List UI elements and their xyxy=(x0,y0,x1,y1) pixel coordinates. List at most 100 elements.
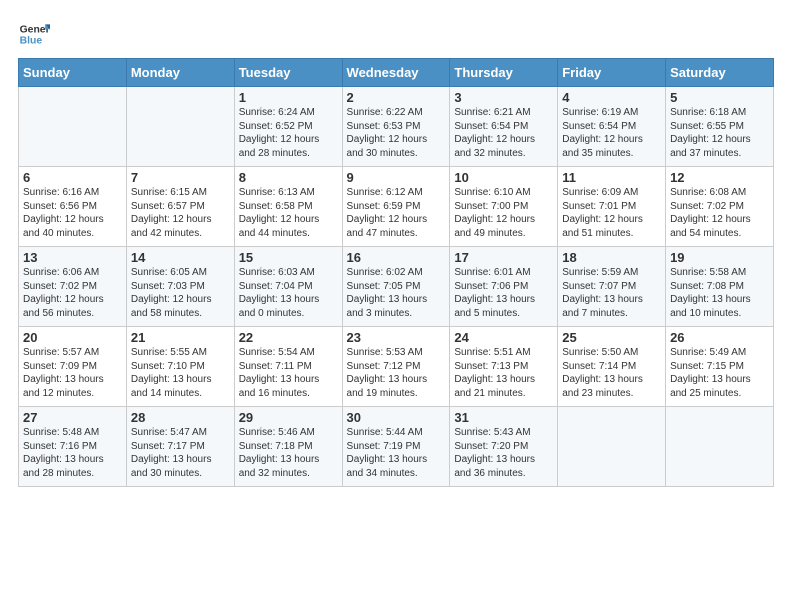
weekday-header-wednesday: Wednesday xyxy=(342,59,450,87)
day-number: 14 xyxy=(131,250,230,265)
day-info: Sunrise: 6:03 AM Sunset: 7:04 PM Dayligh… xyxy=(239,266,338,320)
calendar-cell: 27Sunrise: 5:48 AM Sunset: 7:16 PM Dayli… xyxy=(19,407,127,487)
calendar-cell: 20Sunrise: 5:57 AM Sunset: 7:09 PM Dayli… xyxy=(19,327,127,407)
calendar-cell: 12Sunrise: 6:08 AM Sunset: 7:02 PM Dayli… xyxy=(666,167,774,247)
calendar-cell: 3Sunrise: 6:21 AM Sunset: 6:54 PM Daylig… xyxy=(450,87,558,167)
calendar-table: SundayMondayTuesdayWednesdayThursdayFrid… xyxy=(18,58,774,487)
day-number: 23 xyxy=(347,330,446,345)
day-number: 5 xyxy=(670,90,769,105)
day-number: 6 xyxy=(23,170,122,185)
calendar-cell: 14Sunrise: 6:05 AM Sunset: 7:03 PM Dayli… xyxy=(126,247,234,327)
day-number: 31 xyxy=(454,410,553,425)
week-row-3: 13Sunrise: 6:06 AM Sunset: 7:02 PM Dayli… xyxy=(19,247,774,327)
calendar-cell: 15Sunrise: 6:03 AM Sunset: 7:04 PM Dayli… xyxy=(234,247,342,327)
day-info: Sunrise: 6:05 AM Sunset: 7:03 PM Dayligh… xyxy=(131,266,230,320)
day-info: Sunrise: 5:46 AM Sunset: 7:18 PM Dayligh… xyxy=(239,426,338,480)
day-info: Sunrise: 5:43 AM Sunset: 7:20 PM Dayligh… xyxy=(454,426,553,480)
day-info: Sunrise: 5:54 AM Sunset: 7:11 PM Dayligh… xyxy=(239,346,338,400)
calendar-cell xyxy=(558,407,666,487)
day-info: Sunrise: 5:50 AM Sunset: 7:14 PM Dayligh… xyxy=(562,346,661,400)
calendar-cell: 29Sunrise: 5:46 AM Sunset: 7:18 PM Dayli… xyxy=(234,407,342,487)
calendar-cell: 30Sunrise: 5:44 AM Sunset: 7:19 PM Dayli… xyxy=(342,407,450,487)
calendar-cell: 16Sunrise: 6:02 AM Sunset: 7:05 PM Dayli… xyxy=(342,247,450,327)
day-number: 7 xyxy=(131,170,230,185)
weekday-header-monday: Monday xyxy=(126,59,234,87)
logo: General Blue xyxy=(18,18,50,50)
day-number: 30 xyxy=(347,410,446,425)
calendar-cell xyxy=(126,87,234,167)
calendar-cell: 6Sunrise: 6:16 AM Sunset: 6:56 PM Daylig… xyxy=(19,167,127,247)
logo-icon: General Blue xyxy=(18,18,50,50)
day-number: 11 xyxy=(562,170,661,185)
day-info: Sunrise: 6:19 AM Sunset: 6:54 PM Dayligh… xyxy=(562,106,661,160)
calendar-cell: 18Sunrise: 5:59 AM Sunset: 7:07 PM Dayli… xyxy=(558,247,666,327)
day-info: Sunrise: 5:49 AM Sunset: 7:15 PM Dayligh… xyxy=(670,346,769,400)
day-number: 26 xyxy=(670,330,769,345)
calendar-cell: 7Sunrise: 6:15 AM Sunset: 6:57 PM Daylig… xyxy=(126,167,234,247)
calendar-cell: 8Sunrise: 6:13 AM Sunset: 6:58 PM Daylig… xyxy=(234,167,342,247)
day-number: 8 xyxy=(239,170,338,185)
calendar-cell: 23Sunrise: 5:53 AM Sunset: 7:12 PM Dayli… xyxy=(342,327,450,407)
calendar-cell: 17Sunrise: 6:01 AM Sunset: 7:06 PM Dayli… xyxy=(450,247,558,327)
week-row-5: 27Sunrise: 5:48 AM Sunset: 7:16 PM Dayli… xyxy=(19,407,774,487)
calendar-cell: 13Sunrise: 6:06 AM Sunset: 7:02 PM Dayli… xyxy=(19,247,127,327)
calendar-cell: 9Sunrise: 6:12 AM Sunset: 6:59 PM Daylig… xyxy=(342,167,450,247)
day-number: 10 xyxy=(454,170,553,185)
day-info: Sunrise: 6:02 AM Sunset: 7:05 PM Dayligh… xyxy=(347,266,446,320)
day-info: Sunrise: 6:15 AM Sunset: 6:57 PM Dayligh… xyxy=(131,186,230,240)
day-number: 22 xyxy=(239,330,338,345)
svg-text:Blue: Blue xyxy=(20,36,43,47)
calendar-cell: 24Sunrise: 5:51 AM Sunset: 7:13 PM Dayli… xyxy=(450,327,558,407)
calendar-cell: 28Sunrise: 5:47 AM Sunset: 7:17 PM Dayli… xyxy=(126,407,234,487)
calendar-cell xyxy=(666,407,774,487)
day-number: 13 xyxy=(23,250,122,265)
day-number: 12 xyxy=(670,170,769,185)
day-info: Sunrise: 5:58 AM Sunset: 7:08 PM Dayligh… xyxy=(670,266,769,320)
day-info: Sunrise: 5:48 AM Sunset: 7:16 PM Dayligh… xyxy=(23,426,122,480)
day-number: 25 xyxy=(562,330,661,345)
calendar-cell: 25Sunrise: 5:50 AM Sunset: 7:14 PM Dayli… xyxy=(558,327,666,407)
week-row-1: 1Sunrise: 6:24 AM Sunset: 6:52 PM Daylig… xyxy=(19,87,774,167)
day-info: Sunrise: 6:22 AM Sunset: 6:53 PM Dayligh… xyxy=(347,106,446,160)
week-row-4: 20Sunrise: 5:57 AM Sunset: 7:09 PM Dayli… xyxy=(19,327,774,407)
day-info: Sunrise: 6:01 AM Sunset: 7:06 PM Dayligh… xyxy=(454,266,553,320)
day-info: Sunrise: 6:16 AM Sunset: 6:56 PM Dayligh… xyxy=(23,186,122,240)
day-info: Sunrise: 6:21 AM Sunset: 6:54 PM Dayligh… xyxy=(454,106,553,160)
calendar-cell: 22Sunrise: 5:54 AM Sunset: 7:11 PM Dayli… xyxy=(234,327,342,407)
day-info: Sunrise: 6:06 AM Sunset: 7:02 PM Dayligh… xyxy=(23,266,122,320)
day-info: Sunrise: 5:51 AM Sunset: 7:13 PM Dayligh… xyxy=(454,346,553,400)
day-number: 3 xyxy=(454,90,553,105)
day-number: 19 xyxy=(670,250,769,265)
day-info: Sunrise: 6:09 AM Sunset: 7:01 PM Dayligh… xyxy=(562,186,661,240)
calendar-cell: 26Sunrise: 5:49 AM Sunset: 7:15 PM Dayli… xyxy=(666,327,774,407)
calendar-page: General Blue SundayMondayTuesdayWednesda… xyxy=(0,0,792,612)
day-number: 1 xyxy=(239,90,338,105)
day-info: Sunrise: 6:08 AM Sunset: 7:02 PM Dayligh… xyxy=(670,186,769,240)
day-info: Sunrise: 6:24 AM Sunset: 6:52 PM Dayligh… xyxy=(239,106,338,160)
header: General Blue xyxy=(18,18,774,50)
weekday-header-row: SundayMondayTuesdayWednesdayThursdayFrid… xyxy=(19,59,774,87)
day-number: 20 xyxy=(23,330,122,345)
day-number: 9 xyxy=(347,170,446,185)
day-number: 16 xyxy=(347,250,446,265)
weekday-header-thursday: Thursday xyxy=(450,59,558,87)
day-number: 2 xyxy=(347,90,446,105)
day-info: Sunrise: 5:57 AM Sunset: 7:09 PM Dayligh… xyxy=(23,346,122,400)
calendar-cell: 10Sunrise: 6:10 AM Sunset: 7:00 PM Dayli… xyxy=(450,167,558,247)
calendar-cell: 19Sunrise: 5:58 AM Sunset: 7:08 PM Dayli… xyxy=(666,247,774,327)
day-info: Sunrise: 6:12 AM Sunset: 6:59 PM Dayligh… xyxy=(347,186,446,240)
calendar-cell: 11Sunrise: 6:09 AM Sunset: 7:01 PM Dayli… xyxy=(558,167,666,247)
day-number: 28 xyxy=(131,410,230,425)
day-info: Sunrise: 5:53 AM Sunset: 7:12 PM Dayligh… xyxy=(347,346,446,400)
day-number: 15 xyxy=(239,250,338,265)
day-info: Sunrise: 5:55 AM Sunset: 7:10 PM Dayligh… xyxy=(131,346,230,400)
day-number: 24 xyxy=(454,330,553,345)
day-number: 29 xyxy=(239,410,338,425)
calendar-cell: 2Sunrise: 6:22 AM Sunset: 6:53 PM Daylig… xyxy=(342,87,450,167)
day-info: Sunrise: 6:10 AM Sunset: 7:00 PM Dayligh… xyxy=(454,186,553,240)
calendar-cell: 4Sunrise: 6:19 AM Sunset: 6:54 PM Daylig… xyxy=(558,87,666,167)
calendar-cell xyxy=(19,87,127,167)
week-row-2: 6Sunrise: 6:16 AM Sunset: 6:56 PM Daylig… xyxy=(19,167,774,247)
day-info: Sunrise: 5:44 AM Sunset: 7:19 PM Dayligh… xyxy=(347,426,446,480)
calendar-cell: 1Sunrise: 6:24 AM Sunset: 6:52 PM Daylig… xyxy=(234,87,342,167)
